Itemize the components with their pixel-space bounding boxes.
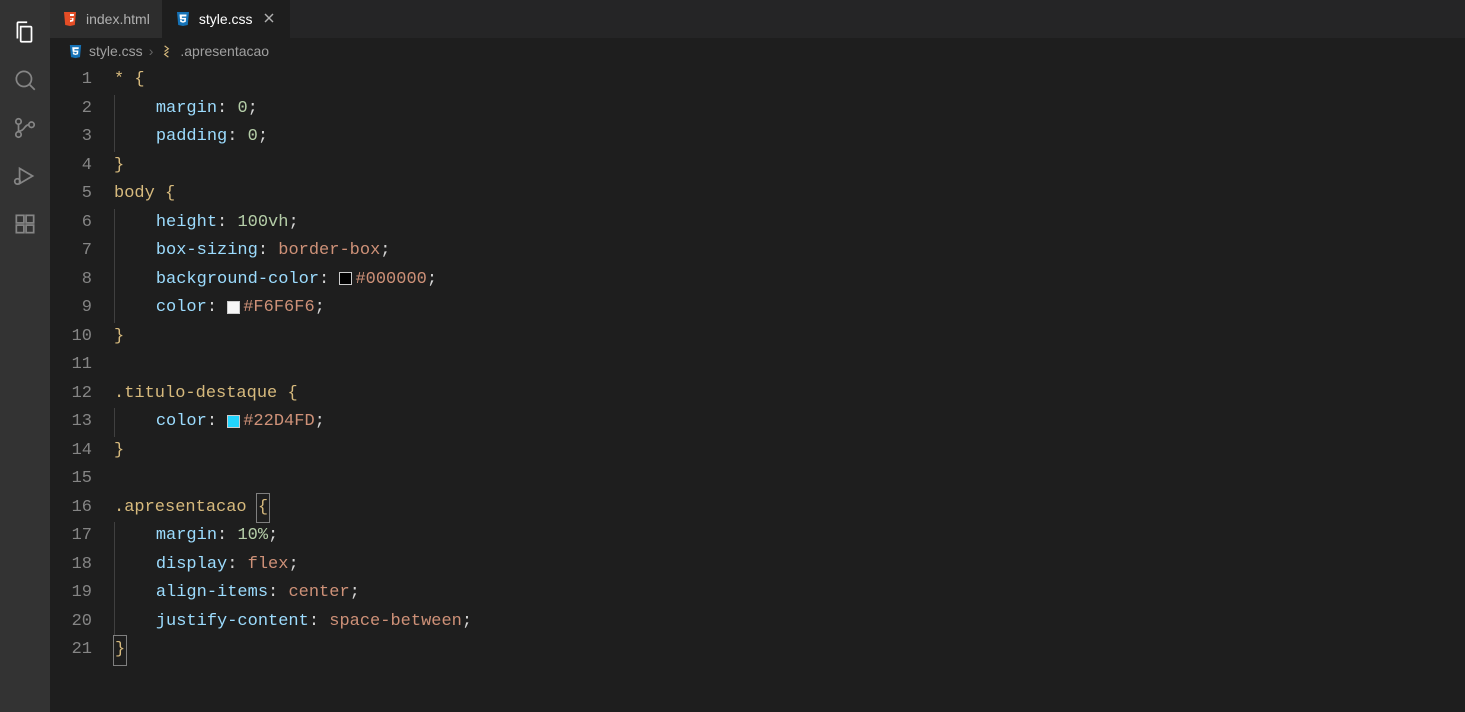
line-number: 21 bbox=[50, 636, 92, 665]
css-icon bbox=[68, 44, 83, 59]
tab-close-button[interactable] bbox=[261, 11, 277, 27]
activity-run-debug[interactable] bbox=[1, 154, 49, 202]
tab-label: index.html bbox=[86, 11, 150, 27]
tab-index-html[interactable]: index.html bbox=[50, 0, 163, 38]
code-line: box-sizing: border-box; bbox=[114, 237, 1465, 266]
chevron-right-icon: › bbox=[149, 43, 154, 59]
code-line: align-items: center; bbox=[114, 579, 1465, 608]
line-number: 17 bbox=[50, 522, 92, 551]
activity-source-control[interactable] bbox=[1, 106, 49, 154]
line-number: 18 bbox=[50, 551, 92, 580]
line-number: 8 bbox=[50, 266, 92, 295]
files-icon bbox=[12, 19, 38, 50]
code-line: margin: 0; bbox=[114, 95, 1465, 124]
code-editor[interactable]: 1 2 3 4 5 6 7 8 9 10 11 12 13 14 15 16 1… bbox=[50, 64, 1465, 712]
line-number: 9 bbox=[50, 294, 92, 323]
html-icon bbox=[62, 11, 78, 27]
line-number: 4 bbox=[50, 152, 92, 181]
line-number: 3 bbox=[50, 123, 92, 152]
symbol-class-icon bbox=[159, 44, 174, 59]
line-number-gutter: 1 2 3 4 5 6 7 8 9 10 11 12 13 14 15 16 1… bbox=[50, 66, 114, 712]
line-number: 15 bbox=[50, 465, 92, 494]
activity-search[interactable] bbox=[1, 58, 49, 106]
code-line: justify-content: space-between; bbox=[114, 608, 1465, 637]
line-number: 7 bbox=[50, 237, 92, 266]
branch-icon bbox=[12, 115, 38, 146]
code-line: color: #F6F6F6; bbox=[114, 294, 1465, 323]
close-icon bbox=[263, 11, 275, 27]
breadcrumb-file: style.css bbox=[89, 43, 143, 59]
code-line: margin: 10%; bbox=[114, 522, 1465, 551]
code-line: .apresentacao { bbox=[114, 494, 1465, 523]
line-number: 10 bbox=[50, 323, 92, 352]
code-line: color: #22D4FD; bbox=[114, 408, 1465, 437]
code-line bbox=[114, 465, 1465, 494]
line-number: 11 bbox=[50, 351, 92, 380]
search-icon bbox=[12, 67, 38, 98]
code-area[interactable]: * { margin: 0; padding: 0; } body { heig… bbox=[114, 66, 1465, 712]
color-swatch[interactable] bbox=[339, 272, 352, 285]
code-line: } bbox=[114, 437, 1465, 466]
code-line: * { bbox=[114, 66, 1465, 95]
line-number: 14 bbox=[50, 437, 92, 466]
line-number: 6 bbox=[50, 209, 92, 238]
code-line bbox=[114, 351, 1465, 380]
code-line: } bbox=[114, 152, 1465, 181]
extensions-icon bbox=[12, 211, 38, 242]
color-swatch[interactable] bbox=[227, 415, 240, 428]
app-root: index.html style.css style.css › bbox=[0, 0, 1465, 712]
line-number: 2 bbox=[50, 95, 92, 124]
code-line: } bbox=[114, 323, 1465, 352]
breadcrumb-symbol: .apresentacao bbox=[180, 43, 269, 59]
tab-label: style.css bbox=[199, 11, 253, 27]
code-line: background-color: #000000; bbox=[114, 266, 1465, 295]
line-number: 12 bbox=[50, 380, 92, 409]
color-swatch[interactable] bbox=[227, 301, 240, 314]
line-number: 20 bbox=[50, 608, 92, 637]
code-line: padding: 0; bbox=[114, 123, 1465, 152]
activity-explorer[interactable] bbox=[1, 10, 49, 58]
tab-bar: index.html style.css bbox=[50, 0, 1465, 38]
line-number: 16 bbox=[50, 494, 92, 523]
code-line: .titulo-destaque { bbox=[114, 380, 1465, 409]
activity-bar bbox=[0, 0, 50, 712]
tab-style-css[interactable]: style.css bbox=[163, 0, 290, 38]
activity-extensions[interactable] bbox=[1, 202, 49, 250]
line-number: 19 bbox=[50, 579, 92, 608]
debug-icon bbox=[12, 163, 38, 194]
breadcrumb[interactable]: style.css › .apresentacao bbox=[50, 38, 1465, 64]
css-icon bbox=[175, 11, 191, 27]
main-area: index.html style.css style.css › bbox=[50, 0, 1465, 712]
line-number: 1 bbox=[50, 66, 92, 95]
line-number: 13 bbox=[50, 408, 92, 437]
code-line: height: 100vh; bbox=[114, 209, 1465, 238]
code-line: body { bbox=[114, 180, 1465, 209]
code-line: } bbox=[114, 636, 1465, 665]
line-number: 5 bbox=[50, 180, 92, 209]
code-line: display: flex; bbox=[114, 551, 1465, 580]
